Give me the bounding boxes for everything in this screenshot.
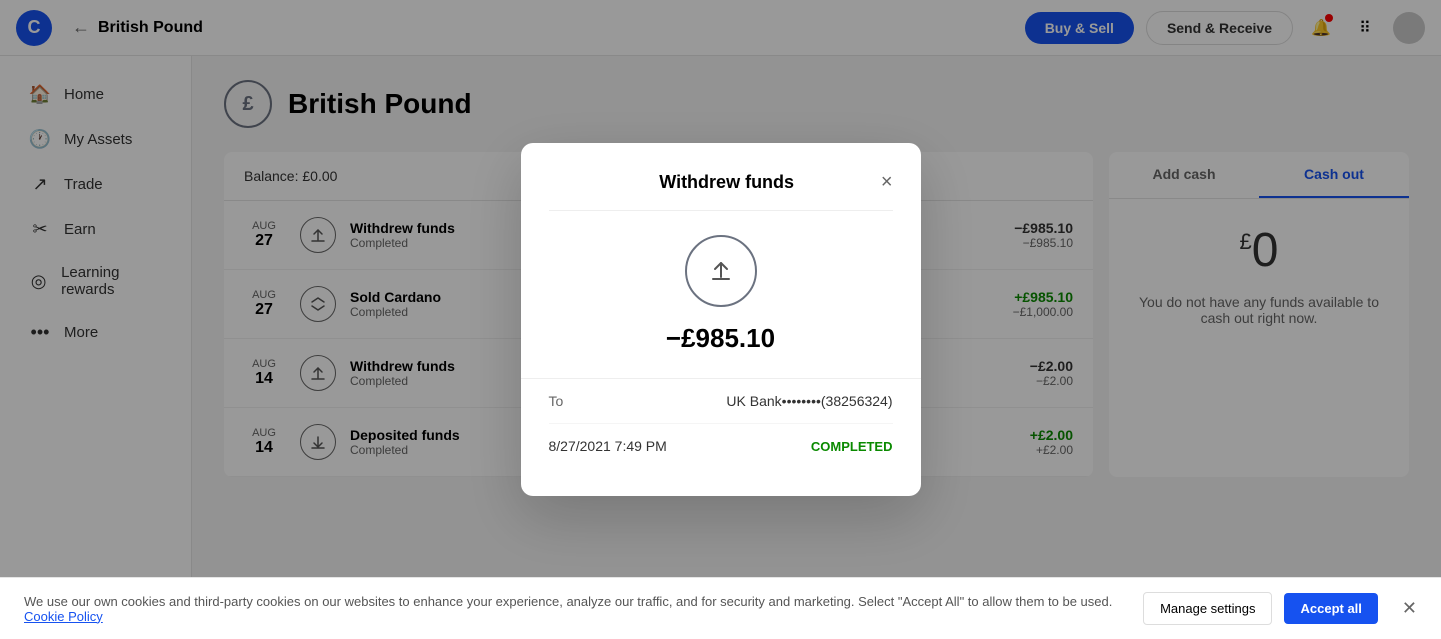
modal-header: Withdrew funds × xyxy=(549,171,893,211)
to-value: UK Bank••••••••(38256324) xyxy=(726,393,892,409)
cookie-policy-link[interactable]: Cookie Policy xyxy=(24,609,103,624)
cookie-actions: Manage settings Accept all ✕ xyxy=(1143,592,1417,625)
modal-to-row: To UK Bank••••••••(38256324) xyxy=(549,379,893,424)
modal-icon-wrap xyxy=(549,235,893,307)
cookie-close-button[interactable]: ✕ xyxy=(1402,598,1417,619)
modal-transaction-icon xyxy=(685,235,757,307)
manage-settings-button[interactable]: Manage settings xyxy=(1143,592,1272,625)
modal-status-row: 8/27/2021 7:49 PM COMPLETED xyxy=(549,424,893,468)
modal-datetime: 8/27/2021 7:49 PM xyxy=(549,438,667,454)
modal-close-button[interactable]: × xyxy=(881,171,893,194)
modal: Withdrew funds × −£985.10 To UK Bank••••… xyxy=(521,143,921,496)
to-label: To xyxy=(549,393,564,409)
modal-title: Withdrew funds xyxy=(573,172,881,193)
upload-icon xyxy=(707,257,735,285)
modal-amount: −£985.10 xyxy=(549,323,893,354)
cookie-text: We use our own cookies and third-party c… xyxy=(24,594,1119,624)
modal-overlay[interactable]: Withdrew funds × −£985.10 To UK Bank••••… xyxy=(0,0,1441,639)
cookie-banner: We use our own cookies and third-party c… xyxy=(0,577,1441,639)
modal-status: COMPLETED xyxy=(811,439,893,454)
accept-all-button[interactable]: Accept all xyxy=(1284,593,1377,624)
